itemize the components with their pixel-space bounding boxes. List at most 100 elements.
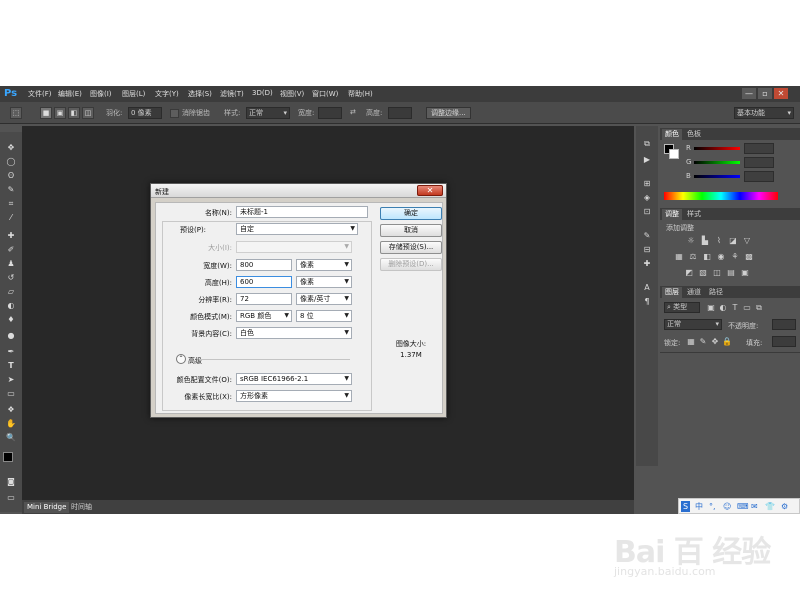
color-bg-swatch[interactable] [669,149,679,159]
marquee-icon[interactable]: ◯ [4,156,18,168]
history-brush-icon[interactable]: ↺ [4,272,18,284]
eyedropper-icon[interactable]: ⁄ [4,212,18,224]
screen-mode-icon[interactable]: ▭ [4,492,18,504]
history-panel-icon[interactable]: ⧉ [641,138,653,150]
filter-smart-icon[interactable]: ⧉ [754,303,764,313]
menu-3d[interactable]: 3D(D) [252,89,273,97]
selective-color-icon[interactable]: ▣ [740,268,750,278]
channel-mixer-icon[interactable]: ⚘ [730,252,740,262]
gradient-icon[interactable]: ◐ [4,300,18,312]
menu-edit[interactable]: 编辑(E) [58,89,82,99]
posterize-icon[interactable]: ▧ [698,268,708,278]
menu-window[interactable]: 窗口(W) [312,89,338,99]
width-input[interactable]: 800 [236,259,292,271]
style-select[interactable]: 正常 ▾ [246,107,290,119]
blue-value-input[interactable] [744,171,774,182]
libraries-panel-icon[interactable]: ⊞ [641,178,653,190]
move-tool-icon[interactable]: ✥ [4,142,18,154]
path-select-icon[interactable]: ➤ [4,374,18,386]
antialias-checkbox[interactable] [170,109,179,118]
menu-image[interactable]: 图像(I) [90,89,112,99]
cancel-button[interactable]: 取消 [380,224,442,237]
menu-layer[interactable]: 图层(L) [122,89,145,99]
advanced-toggle-icon[interactable]: ⌃ [176,354,186,364]
clone-stamp-icon[interactable]: ♟ [4,258,18,270]
height-input[interactable]: 600 [236,276,292,288]
intersect-selection-icon[interactable]: ◫ [82,107,94,119]
tab-timeline[interactable]: 时间轴 [68,502,95,513]
pen-icon[interactable]: ✒ [4,346,18,358]
hand-icon[interactable]: ✋ [4,418,18,430]
ime-skin-icon[interactable]: 👕 [765,501,775,512]
blend-mode-select[interactable]: 正常 ▾ [664,319,722,330]
red-value-input[interactable] [744,143,774,154]
color-spectrum-bar[interactable] [664,192,778,200]
lock-all-icon[interactable]: 🔒 [722,337,732,347]
close-window-button[interactable]: ✕ [774,88,788,99]
ime-chinese-mode[interactable]: 中 [695,501,703,512]
tab-mini-bridge[interactable]: Mini Bridge [24,502,70,513]
brightness-icon[interactable]: ☼ [686,236,696,246]
vibrance-icon[interactable]: ▽ [742,236,752,246]
add-selection-icon[interactable]: ▣ [54,107,66,119]
filter-type-icon[interactable]: T [730,303,740,313]
new-selection-icon[interactable]: ■ [40,107,52,119]
green-value-input[interactable] [744,157,774,168]
menu-file[interactable]: 文件(F) [28,89,52,99]
3d-tool-icon[interactable]: ❖ [4,404,18,416]
width-input[interactable] [318,107,342,119]
photo-filter-icon[interactable]: ◉ [716,252,726,262]
clone-source-icon[interactable]: ✚ [641,258,653,270]
marquee-tool-icon[interactable]: ⬚ [10,107,22,119]
lock-pixels-icon[interactable]: ✎ [698,337,708,347]
feather-input[interactable]: 0 像素 [128,107,162,119]
ime-punctuation[interactable]: °, [709,501,716,512]
foreground-color-swatch[interactable] [3,452,13,462]
filter-pixel-icon[interactable]: ▣ [706,303,716,313]
ime-logo-icon[interactable]: S [681,501,691,512]
refine-edge-button[interactable]: 调整边缘... [426,107,471,119]
tab-paths[interactable]: 路径 [706,287,726,298]
curves-icon[interactable]: ⌇ [714,236,724,246]
resolution-unit-select[interactable]: 像素/英寸 ▼ [296,293,352,305]
ime-settings-icon[interactable]: ⚙ [781,501,788,512]
green-slider[interactable] [694,161,740,164]
blue-slider[interactable] [694,175,740,178]
swap-icon[interactable]: ⇄ [350,108,356,116]
menu-type[interactable]: 文字(Y) [155,89,179,99]
menu-view[interactable]: 视图(V) [280,89,304,99]
delete-preset-button[interactable]: 删除预设(D)... [380,258,442,271]
background-contents-select[interactable]: 白色 ▼ [236,327,352,339]
resolution-input[interactable]: 72 [236,293,292,305]
actions-panel-icon[interactable]: ▶ [641,154,653,166]
lock-position-icon[interactable]: ✥ [710,337,720,347]
levels-icon[interactable]: ▙ [700,236,710,246]
tab-layers[interactable]: 图层 [662,287,682,298]
ime-emoji-icon[interactable]: ☺ [723,501,731,512]
type-tool-icon[interactable]: T [4,360,18,372]
color-lookup-icon[interactable]: ▩ [744,252,754,262]
opacity-input[interactable] [772,319,796,330]
width-unit-select[interactable]: 像素 ▼ [296,259,352,271]
eraser-icon[interactable]: ▱ [4,286,18,298]
color-balance-icon[interactable]: ⚖ [688,252,698,262]
invert-icon[interactable]: ◩ [684,268,694,278]
name-input[interactable]: 未标题-1 [236,206,368,218]
info-panel-icon[interactable]: ◈ [641,192,653,204]
red-slider[interactable] [694,147,740,150]
tab-swatches[interactable]: 色板 [684,129,704,140]
brush-icon[interactable]: ✐ [4,244,18,256]
minimize-button[interactable]: — [742,88,756,99]
restore-button[interactable]: ▫ [758,88,772,99]
preset-select[interactable]: 自定 ▼ [236,223,358,235]
tab-styles[interactable]: 样式 [684,209,704,220]
size-select[interactable]: ▼ [236,241,352,253]
crop-icon[interactable]: ⌗ [4,198,18,210]
menu-select[interactable]: 选择(S) [188,89,212,99]
filter-adjust-icon[interactable]: ◐ [718,303,728,313]
menu-filter[interactable]: 滤镜(T) [220,89,244,99]
black-white-icon[interactable]: ◧ [702,252,712,262]
brush-presets-icon[interactable]: ⊟ [641,244,653,256]
menu-help[interactable]: 帮助(H) [348,89,373,99]
ok-button[interactable]: 确定 [380,207,442,220]
